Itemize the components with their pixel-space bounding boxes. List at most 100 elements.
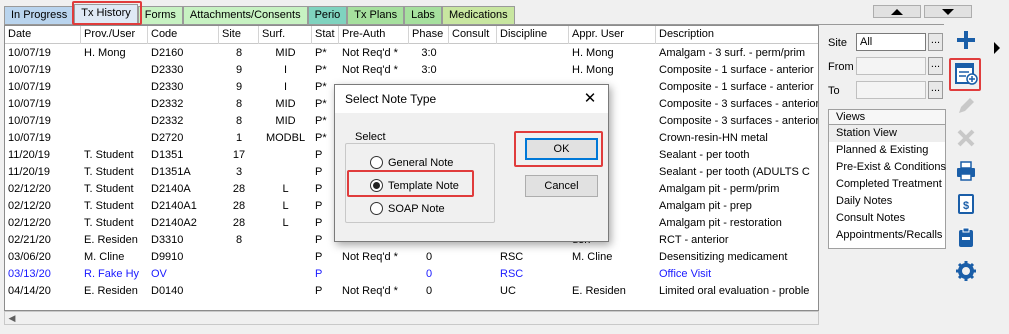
ok-button[interactable]: OK [525,138,598,160]
view-item[interactable]: Daily Notes [829,193,945,210]
table-row[interactable]: 03/13/20 R. Fake Hy OV P 0 RSC Office Visit [5,266,818,283]
radio-soap-note[interactable]: SOAP Note [370,202,445,215]
radio-template-note[interactable]: Template Note [370,179,459,192]
table-row[interactable]: 10/07/19 D2330 9 I P* Not Req'd * 3:0 H. Mong Co… [5,62,818,79]
table-row[interactable]: 10/07/19 H. Mong D2160 8 MID P* Not Req'd * 3:0… [5,45,818,62]
table-cell [259,266,312,283]
table-cell: Not Req'd * [342,47,398,59]
table-cell: T. Student [84,166,134,178]
table-cell: Desensitizing medicament [659,251,788,263]
table-cell [259,249,312,266]
table-cell: 3 [235,166,243,178]
column-header[interactable]: Surf. [259,26,312,44]
table-cell [81,62,148,79]
table-cell: M. Cline [572,251,613,263]
horizontal-scrollbar[interactable]: ◀ [4,311,819,325]
view-item[interactable]: Completed Treatment [829,176,945,193]
table-cell: 03/13/20 [8,268,51,280]
table-cell: 02/12/20 [8,200,51,212]
column-header[interactable]: Site [219,26,259,44]
tab-perio[interactable]: Perio [307,6,348,24]
tab-tx-history[interactable]: Tx History [74,4,138,24]
expand-panel-button[interactable] [989,38,1005,58]
table-cell: D1351A [151,166,191,178]
to-date-input[interactable] [856,81,926,99]
table-row[interactable]: 03/06/20 M. Cline D9910 P Not Req'd * 0 RSC M. … [5,249,818,266]
scroll-down-button[interactable] [924,5,972,18]
billing-icon[interactable]: $ [952,190,980,218]
table-cell [497,45,569,62]
radio-general-note[interactable]: General Note [370,156,453,169]
delete-icon[interactable] [952,124,980,152]
from-date-input[interactable] [856,57,926,75]
column-header[interactable]: Discipline [497,26,569,44]
view-item[interactable]: Appointments/Recalls [829,227,945,244]
up-arrow-icon [891,8,903,15]
new-note-icon[interactable] [952,59,980,87]
view-item[interactable]: Pre-Exist & Conditions [829,159,946,176]
dialog-title: Select Note Type [335,85,608,113]
table-cell: Sealant - per tooth (ADULTS C [659,166,810,178]
to-browse-button[interactable]: ... [928,81,943,99]
column-header[interactable]: Appr. User [569,26,656,44]
table-cell: E. Residen [572,285,626,297]
table-cell [497,62,569,79]
cancel-button[interactable]: Cancel [525,175,598,197]
table-cell: H. Mong [572,64,614,76]
print-icon[interactable] [952,157,980,185]
column-header[interactable]: Date [5,26,81,44]
table-cell [81,130,148,147]
table-cell: Amalgam pit - restoration [659,217,782,229]
column-header[interactable]: Stat [312,26,339,44]
radio-circle[interactable] [370,202,383,215]
tab-forms[interactable]: Forms [137,6,183,24]
tab-labs[interactable]: Labs [404,6,442,24]
column-header[interactable]: Prov./User [81,26,148,44]
add-icon[interactable] [952,26,980,54]
tab-in-progress[interactable]: In Progress [4,6,75,24]
settings-icon[interactable] [952,257,980,285]
table-cell: M. Cline [84,251,125,263]
table-cell: R. Fake Hy [84,268,140,280]
table-cell: 9 [235,81,243,93]
table-cell: D1351 [151,149,184,161]
column-header[interactable]: Pre-Auth [339,26,409,44]
scroll-left-icon[interactable]: ◀ [5,313,19,324]
close-icon[interactable]: ✕ [580,89,600,109]
table-cell: 28 [232,200,246,212]
table-cell: Not Req'd * [342,64,398,76]
tab-attachments-consents[interactable]: Attachments/Consents [182,6,308,24]
table-cell [449,283,497,300]
view-item[interactable]: Planned & Existing [829,142,945,159]
edit-icon[interactable] [952,92,980,120]
view-item[interactable]: Consult Notes [829,210,945,227]
tab-tx-plans[interactable]: Tx Plans [347,6,405,24]
table-cell [449,266,497,283]
table-cell: L [282,200,289,212]
table-cell: 9 [235,64,243,76]
column-header[interactable]: Consult [449,26,497,44]
table-cell: P* [315,64,327,76]
table-cell [259,232,312,249]
column-header[interactable]: Code [148,26,219,44]
column-header[interactable]: Description [656,26,818,44]
table-row[interactable]: 04/14/20 E. Residen D0140 P Not Req'd * 0 UC E.… [5,283,818,300]
column-header[interactable]: Phase [409,26,449,44]
clipboard-icon[interactable] [952,224,980,252]
table-cell: D2330 [151,64,184,76]
table-cell: Sealant - per tooth [659,149,750,161]
scroll-up-button[interactable] [873,5,921,18]
radio-circle[interactable] [370,156,383,169]
from-browse-button[interactable]: ... [928,57,943,75]
table-cell: D2140A2 [151,217,197,229]
site-browse-button[interactable]: ... [928,33,943,51]
table-cell [569,266,656,283]
table-cell: MID [275,47,296,59]
table-cell [339,266,409,283]
site-input[interactable]: All [856,33,926,51]
table-cell: D2332 [151,98,184,110]
radio-circle-selected[interactable] [370,179,383,192]
table-cell: D0140 [151,285,184,297]
view-item[interactable]: Station View [829,125,945,142]
tab-medications[interactable]: Medications [441,6,515,24]
